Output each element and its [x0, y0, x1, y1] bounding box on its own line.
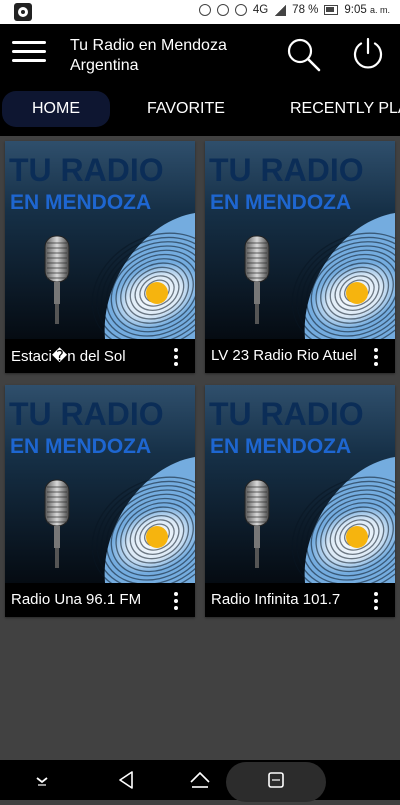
search-button[interactable]	[285, 36, 321, 72]
station-name: Estaci�n del Sol	[11, 348, 126, 365]
tab-home[interactable]: HOME	[2, 91, 110, 127]
status-icons: 4G 78 % 9:05 a. m.	[198, 4, 390, 16]
alarm-icon	[234, 4, 247, 16]
more-options-icon[interactable]	[371, 592, 381, 610]
recents-icon	[268, 772, 284, 788]
art-title-line2: EN MENDOZA	[10, 191, 151, 214]
station-card[interactable]: TU RADIO EN MENDOZA Radio Infinita 101.7	[205, 385, 395, 617]
power-button[interactable]	[350, 36, 386, 72]
station-artwork: TU RADIO EN MENDOZA	[5, 141, 195, 339]
status-bar: 4G 78 % 9:05 a. m.	[0, 0, 400, 24]
art-title-line2: EN MENDOZA	[210, 435, 351, 458]
tab-favorite[interactable]: FAVORITE	[147, 91, 225, 127]
art-title-line2: EN MENDOZA	[210, 191, 351, 214]
station-name: LV 23 Radio Rio Atuel	[211, 347, 357, 364]
more-options-icon[interactable]	[171, 348, 181, 366]
app-title-line1: Tu Radio en Mendoza	[70, 37, 227, 54]
art-title-line1: TU RADIO	[9, 152, 164, 188]
search-icon	[287, 38, 321, 72]
station-card-footer: Estaci�n del Sol	[5, 339, 195, 373]
sun-icon	[146, 526, 168, 548]
back-icon	[119, 771, 133, 789]
station-artwork: TU RADIO EN MENDOZA	[205, 141, 395, 339]
home-button[interactable]	[186, 760, 214, 800]
clock: 9:05 a. m.	[344, 4, 390, 16]
station-card[interactable]: TU RADIO EN MENDOZA Estaci�n del Sol	[5, 141, 195, 373]
tab-recently-played[interactable]: RECENTLY PLAYED	[290, 91, 400, 127]
menu-button[interactable]	[12, 39, 48, 65]
back-button[interactable]	[112, 760, 140, 800]
app-title-line2: Argentina	[70, 57, 139, 74]
sync-icon	[216, 4, 229, 16]
hide-nav-button[interactable]	[28, 760, 56, 800]
more-options-icon[interactable]	[171, 592, 181, 610]
more-options-icon[interactable]	[371, 348, 381, 366]
art-title-line1: TU RADIO	[9, 396, 164, 432]
app-notification-icon	[14, 3, 32, 21]
station-card[interactable]: TU RADIO EN MENDOZA LV 23 Radio Rio Atuel	[205, 141, 395, 373]
station-card-footer: Radio Una 96.1 FM	[5, 583, 195, 617]
tab-bar: HOME FAVORITE RECENTLY PLAYED	[0, 82, 400, 136]
sun-icon	[346, 526, 368, 548]
art-title-line1: TU RADIO	[209, 152, 364, 188]
power-icon	[353, 37, 383, 69]
sun-icon	[146, 282, 168, 304]
station-name: Radio Una 96.1 FM	[11, 591, 142, 608]
network-type: 4G	[252, 4, 269, 16]
station-name: Radio Infinita 101.7	[211, 591, 341, 608]
signal-icon	[274, 4, 287, 16]
station-card-footer: Radio Infinita 101.7	[205, 583, 395, 617]
home-icon	[190, 771, 210, 788]
app-title: Tu Radio en Mendoza Argentina	[70, 36, 227, 76]
art-title-line1: TU RADIO	[209, 396, 364, 432]
recents-button[interactable]	[262, 760, 290, 800]
station-card-footer: LV 23 Radio Rio Atuel	[205, 339, 395, 373]
sun-icon	[346, 282, 368, 304]
station-artwork: TU RADIO EN MENDOZA	[5, 385, 195, 583]
battery-percent: 78 %	[292, 4, 319, 16]
battery-icon	[324, 5, 339, 15]
app-bar: Tu Radio en Mendoza Argentina	[0, 24, 400, 82]
art-title-line2: EN MENDOZA	[10, 435, 151, 458]
location-icon	[198, 4, 211, 16]
station-card[interactable]: TU RADIO EN MENDOZA Radio Una 96.1 FM	[5, 385, 195, 617]
system-nav-bar	[0, 760, 400, 802]
station-artwork: TU RADIO EN MENDOZA	[205, 385, 395, 583]
chevron-down-icon	[36, 777, 48, 786]
